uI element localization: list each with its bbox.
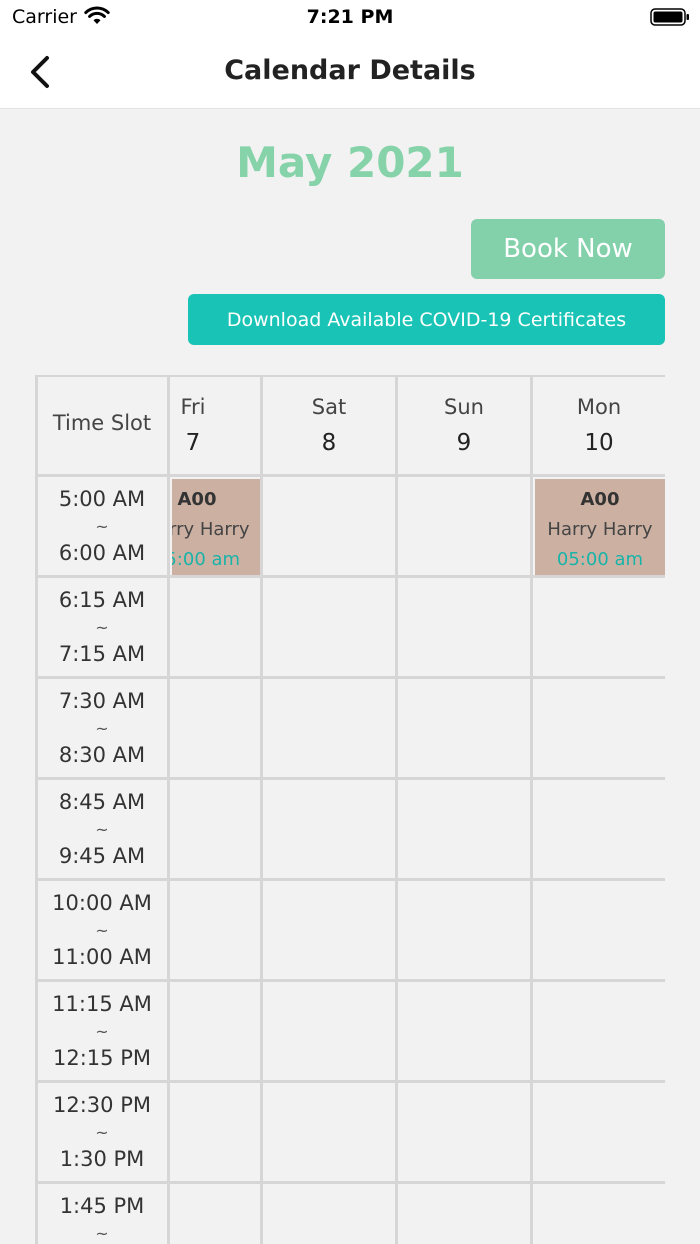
slot-end-time: 1:30 PM [59,1147,145,1171]
slot-start-time: 7:30 AM [58,689,146,713]
day-header-name[interactable]: Mon [539,395,659,419]
slot-start-time: 6:15 AM [58,588,146,612]
slot-end-time: 6:00 AM [58,541,146,565]
grid-horizontal-line [35,575,665,578]
grid-vertical-line [167,375,170,1244]
calendar-grid[interactable]: Time Slot Fri 7 Sat 8 Sun 9 Mon 10 5:00 AM ~6:00 A… [35,375,665,1244]
slot-end-time: 9:45 AM [58,844,146,868]
slot-separator: ~ [95,618,109,637]
slot-separator: ~ [95,1123,109,1142]
book-now-button[interactable]: Book Now [471,219,665,279]
grid-vertical-line [35,375,38,1244]
grid-vertical-line [395,375,398,1244]
slot-start-time: 5:00 AM [58,487,146,511]
calendar-event[interactable]: A00 Harry Harry 05:00 am [172,479,262,577]
slot-separator: ~ [95,719,109,738]
event-time: 05:00 am [556,549,644,570]
event-name: Harry Harry [172,519,250,540]
day-header-name[interactable]: Fri [133,395,253,419]
day-header-name[interactable]: Sun [404,395,524,419]
day-header-date[interactable]: 9 [404,430,524,456]
chevron-left-icon [31,56,49,88]
grid-horizontal-line [35,1080,665,1083]
grid-horizontal-line [35,1181,665,1184]
day-header-date[interactable]: 7 [133,430,253,456]
month-title: May 2021 [236,138,464,187]
nav-bar: Calendar Details [0,36,700,109]
slot-separator: ~ [95,820,109,839]
slot-start-time: 8:45 AM [58,790,146,814]
slot-start-time: 12:30 PM [53,1093,151,1117]
download-certificates-button[interactable]: Download Available COVID-19 Certificates [188,294,665,345]
event-content: A00 Harry Harry 05:00 am [172,479,262,577]
slot-separator: ~ [95,1224,109,1243]
time-slot-label: 10:00 AM ~11:00 AM [35,890,169,971]
event-code: A00 [580,489,620,510]
calendar-event[interactable]: A00 Harry Harry 05:00 am [535,479,665,577]
event-content: A00 Harry Harry 05:00 am [535,479,665,577]
grid-horizontal-line [35,979,665,982]
slot-end-time: 12:15 PM [53,1046,151,1070]
status-bar: Carrier 7:21 PM [0,0,700,36]
grid-vertical-line [530,375,533,1244]
time-slot-label: 1:45 PM ~ [35,1193,169,1244]
event-time: 05:00 am [172,549,241,570]
grid-horizontal-line [35,676,665,679]
time-slot-label: 6:15 AM ~7:15 AM [35,587,169,668]
grid-horizontal-line [35,375,665,377]
grid-vertical-line [260,375,263,1244]
slot-end-time: 11:00 AM [52,945,152,969]
day-header-date[interactable]: 8 [269,430,389,456]
slot-end-time: 7:15 AM [58,642,146,666]
grid-horizontal-line [35,777,665,780]
page-title: Calendar Details [224,55,476,86]
slot-start-time: 11:15 AM [52,992,152,1016]
event-name: Harry Harry [547,519,653,540]
day-header-date[interactable]: 10 [539,430,659,456]
back-button[interactable] [18,50,62,94]
status-time: 7:21 PM [306,6,394,28]
slot-separator: ~ [95,921,109,940]
grid-horizontal-line [35,878,665,881]
time-slot-label: 8:45 AM ~9:45 AM [35,789,169,870]
slot-end-time: 8:30 AM [58,743,146,767]
slot-separator: ~ [95,517,109,536]
day-header-name[interactable]: Sat [269,395,389,419]
battery-icon [650,8,689,26]
grid-horizontal-line [35,474,665,477]
time-slot-label: 11:15 AM ~12:15 PM [35,991,169,1072]
time-slot-label: 5:00 AM ~6:00 AM [35,486,169,567]
time-slot-label: 7:30 AM ~8:30 AM [35,688,169,769]
slot-separator: ~ [95,1022,109,1041]
slot-start-time: 10:00 AM [52,891,152,915]
time-slot-label: 12:30 PM ~1:30 PM [35,1092,169,1173]
event-code: A00 [177,489,217,510]
slot-start-time: 1:45 PM [59,1194,145,1218]
